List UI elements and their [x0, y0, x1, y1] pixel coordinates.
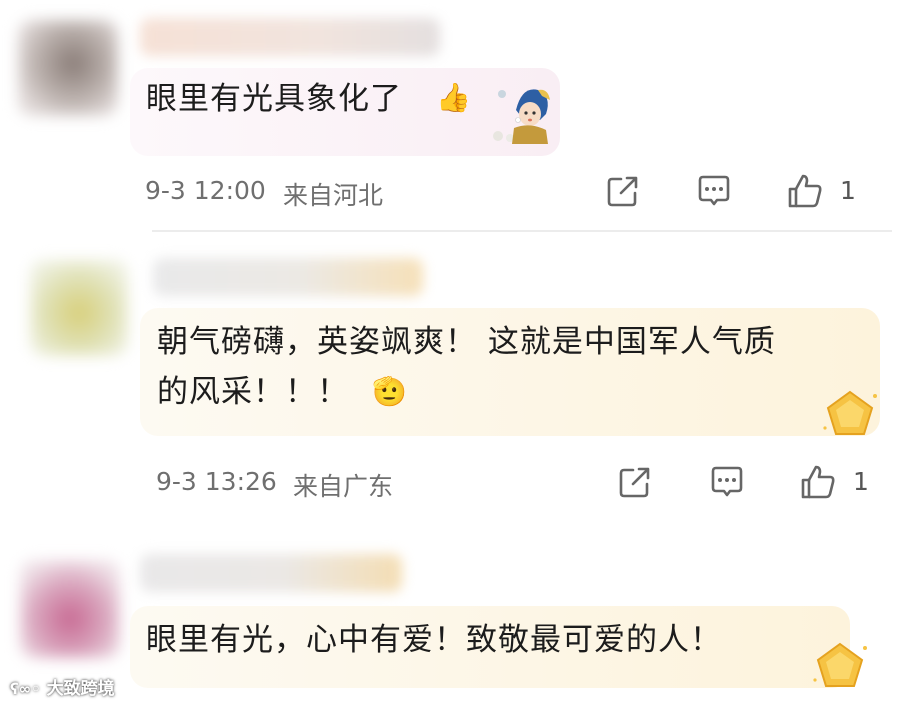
salute-face-emoji: 🫡	[372, 375, 407, 408]
avatar[interactable]	[18, 20, 118, 116]
comment-time: 9-3 12:00	[145, 176, 266, 205]
username-blurred[interactable]	[140, 554, 402, 592]
watermark: ʕ∞◦ 大致跨境	[10, 674, 115, 699]
like-count: 1	[853, 467, 869, 496]
comment-location: 来自广东	[293, 472, 394, 501]
username-blurred[interactable]	[153, 258, 423, 296]
avatar[interactable]	[20, 560, 120, 658]
share-button[interactable]	[616, 463, 654, 501]
like-button[interactable]	[786, 172, 824, 210]
comment-text-line: 的风采！！！	[157, 374, 349, 410]
comment-text-line: 朝气磅礴，英姿飒爽！ 这就是中国军人气质	[157, 324, 776, 360]
share-icon	[619, 467, 650, 498]
comment-icon	[711, 466, 743, 497]
username-blurred[interactable]	[140, 18, 440, 56]
pentagon-badge-icon	[823, 390, 877, 435]
comment-text: 眼里有光具象化了	[146, 81, 402, 117]
reply-button[interactable]	[708, 463, 746, 501]
gold-badge	[820, 388, 880, 438]
avatar[interactable]	[30, 260, 128, 356]
reply-button[interactable]	[695, 172, 733, 210]
gold-badge	[810, 640, 870, 690]
share-button[interactable]	[604, 172, 642, 210]
thumbs-up-emoji: 👍	[436, 81, 471, 114]
thumbs-up-icon	[788, 174, 822, 208]
comment-location: 来自河北	[283, 181, 384, 210]
pentagon-badge-icon	[813, 642, 867, 687]
divider	[152, 230, 892, 232]
comment-text: 眼里有光，心中有爱！致敬最可爱的人！	[146, 622, 722, 658]
share-icon	[607, 176, 638, 207]
thumbs-up-icon	[801, 465, 835, 499]
girl-with-pearl-earring-sticker-icon	[486, 80, 558, 146]
like-button[interactable]	[799, 463, 837, 501]
comment-time: 9-3 13:26	[156, 467, 277, 496]
watermark-text: 大致跨境	[46, 679, 115, 699]
watermark-logo-icon: ʕ∞◦	[10, 680, 41, 698]
comment-icon	[698, 175, 730, 206]
like-count: 1	[840, 176, 856, 205]
